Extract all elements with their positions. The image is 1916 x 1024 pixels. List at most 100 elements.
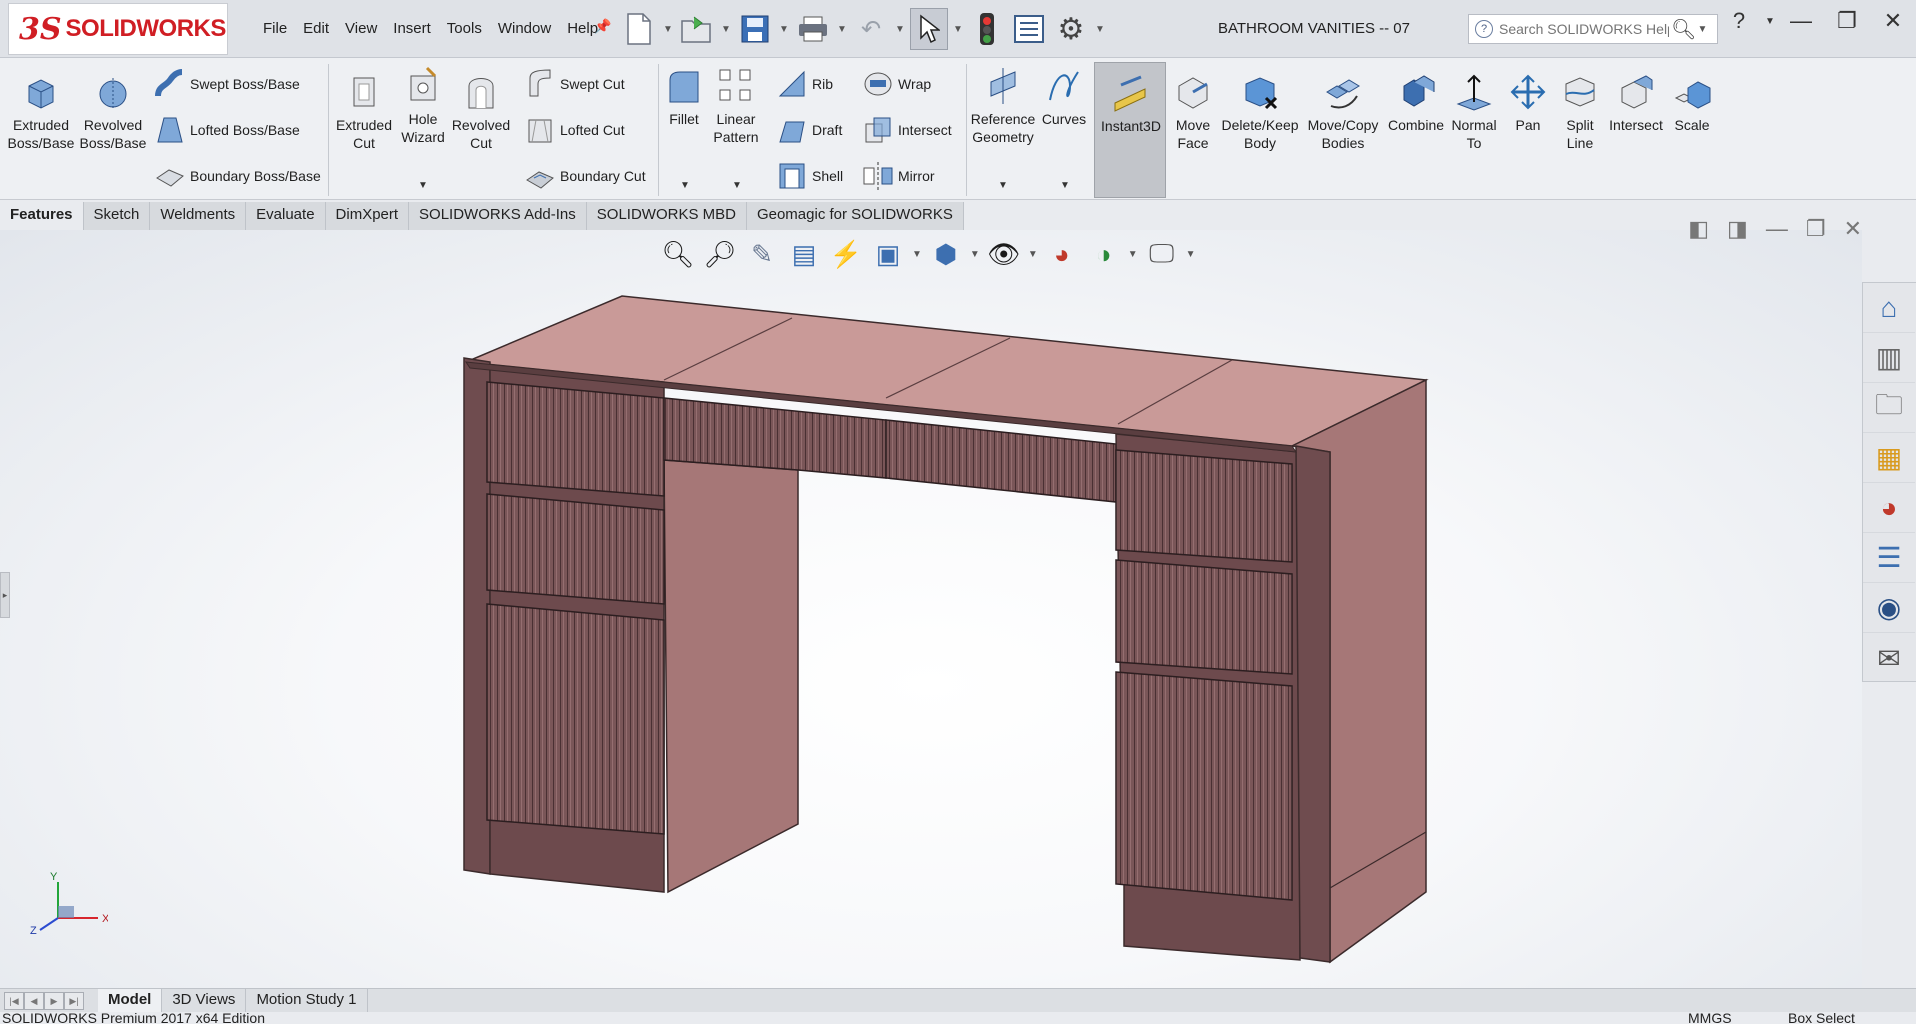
extruded-boss-button[interactable]: Extruded Boss/Base <box>6 72 76 152</box>
file-explorer-icon[interactable]: 🗀︎ <box>1863 383 1915 433</box>
options-gear-icon[interactable]: ⚙ <box>1052 8 1090 50</box>
tab-addins[interactable]: SOLIDWORKS Add-Ins <box>409 202 587 230</box>
undo-icon[interactable]: ↶ <box>852 8 890 50</box>
feature-manager-expand-handle[interactable]: ▸ <box>0 572 10 618</box>
help-dropdown-icon[interactable]: ▼ <box>1762 16 1778 27</box>
prev-tab-icon[interactable]: ◀ <box>24 991 44 1010</box>
help-search-input[interactable] <box>1499 21 1669 37</box>
boundary-cut-button[interactable]: Boundary Cut <box>524 160 646 192</box>
edit-appearance-icon[interactable]: ◕ <box>1044 236 1080 272</box>
dynamic-annotation-icon[interactable]: ⚡ <box>828 236 864 272</box>
tile-left-icon[interactable]: ◧ <box>1688 216 1709 242</box>
next-tab-icon[interactable]: ▶ <box>44 991 64 1010</box>
options-dropdown-icon[interactable]: ▼ <box>1094 24 1106 35</box>
view-settings-icon[interactable]: 🖵︎ <box>1144 236 1180 272</box>
tab-evaluate[interactable]: Evaluate <box>246 202 326 230</box>
search-icon[interactable]: 🔍︎ <box>1671 17 1696 42</box>
mirror-button[interactable]: Mirror <box>862 160 935 192</box>
combine-button[interactable]: Combine <box>1386 72 1446 134</box>
reference-geometry-dropdown-icon[interactable]: ▼ <box>998 180 1008 191</box>
viewport-close-icon[interactable]: ✕ <box>1844 216 1862 242</box>
apply-scene-icon[interactable]: ◑ <box>1086 236 1122 272</box>
curves-button[interactable]: Curves <box>1038 66 1090 128</box>
revolved-boss-button[interactable]: Revolved Boss/Base <box>78 72 148 152</box>
rib-button[interactable]: Rib <box>776 68 833 100</box>
draft-button[interactable]: Draft <box>776 114 842 146</box>
new-dropdown-icon[interactable]: ▼ <box>662 24 674 35</box>
view-palette-icon[interactable]: ▦ <box>1863 433 1915 483</box>
tab-geomagic[interactable]: Geomagic for SOLIDWORKS <box>746 202 964 230</box>
intersect-2-button[interactable]: Intersect <box>1604 72 1668 134</box>
new-document-icon[interactable] <box>620 8 658 50</box>
menu-tools[interactable]: Tools <box>439 18 490 39</box>
menu-window[interactable]: Window <box>490 18 559 39</box>
open-icon[interactable] <box>678 8 716 50</box>
open-dropdown-icon[interactable]: ▼ <box>720 24 732 35</box>
fillet-button[interactable]: Fillet <box>662 66 706 128</box>
first-tab-icon[interactable]: |◀ <box>4 991 24 1010</box>
hide-show-items-icon[interactable]: 👁︎ <box>986 236 1022 272</box>
zoom-to-area-icon[interactable]: 🔎︎ <box>702 236 738 272</box>
display-style-icon[interactable]: ⬢ <box>928 236 964 272</box>
zoom-to-fit-icon[interactable]: 🔍︎ <box>660 236 696 272</box>
design-library-icon[interactable]: ▥ <box>1863 333 1915 383</box>
viewport-minimize-icon[interactable]: — <box>1766 216 1788 242</box>
menu-view[interactable]: View <box>337 18 385 39</box>
delete-keep-body-button[interactable]: Delete/Keep Body <box>1220 72 1300 152</box>
vanity-model[interactable] <box>0 230 1862 988</box>
tab-mbd[interactable]: SOLIDWORKS MBD <box>586 202 747 230</box>
select-pointer-icon[interactable] <box>910 8 948 50</box>
tab-features[interactable]: Features <box>0 202 84 230</box>
display-style-dropdown-icon[interactable]: ▼ <box>970 249 980 260</box>
swept-boss-button[interactable]: Swept Boss/Base <box>154 68 300 100</box>
hide-show-dropdown-icon[interactable]: ▼ <box>1028 249 1038 260</box>
intersect-button[interactable]: Intersect <box>862 114 952 146</box>
wrap-button[interactable]: Wrap <box>862 68 931 100</box>
apply-scene-dropdown-icon[interactable]: ▼ <box>1128 249 1138 260</box>
tile-right-icon[interactable]: ◨ <box>1727 216 1748 242</box>
scale-button[interactable]: Scale <box>1666 72 1718 134</box>
3dexperience-icon[interactable]: ◉ <box>1863 583 1915 633</box>
tab-weldments[interactable]: Weldments <box>150 202 247 230</box>
tab-motion-study[interactable]: Motion Study 1 <box>246 988 368 1013</box>
print-dropdown-icon[interactable]: ▼ <box>836 24 848 35</box>
rebuild-traffic-light-icon[interactable] <box>968 8 1006 50</box>
search-dropdown-icon[interactable]: ▼ <box>1696 24 1708 35</box>
curves-dropdown-icon[interactable]: ▼ <box>1060 180 1070 191</box>
menu-edit[interactable]: Edit <box>295 18 337 39</box>
lofted-cut-button[interactable]: Lofted Cut <box>524 114 625 146</box>
solidworks-resources-icon[interactable]: ⌂ <box>1863 283 1915 333</box>
normal-to-button[interactable]: Normal To <box>1448 72 1500 152</box>
tab-model[interactable]: Model <box>98 988 163 1013</box>
shell-button[interactable]: Shell <box>776 160 843 192</box>
extruded-cut-button[interactable]: Extruded Cut <box>332 72 396 152</box>
section-view-icon[interactable]: ▤ <box>786 236 822 272</box>
undo-dropdown-icon[interactable]: ▼ <box>894 24 906 35</box>
forum-icon[interactable]: ✉ <box>1863 633 1915 683</box>
view-orientation-dropdown-icon[interactable]: ▼ <box>912 249 922 260</box>
tab-dimxpert[interactable]: DimXpert <box>325 202 410 230</box>
minimize-icon[interactable]: — <box>1778 8 1824 34</box>
save-icon[interactable] <box>736 8 774 50</box>
boundary-boss-button[interactable]: Boundary Boss/Base <box>154 160 321 192</box>
print-icon[interactable] <box>794 8 832 50</box>
close-icon[interactable]: ✕ <box>1870 8 1916 34</box>
help-question-icon[interactable]: ? <box>1716 8 1762 34</box>
previous-view-icon[interactable]: ✎ <box>744 236 780 272</box>
pattern-dropdown-icon[interactable]: ▼ <box>732 180 742 191</box>
move-copy-bodies-button[interactable]: Move/Copy Bodies <box>1302 72 1384 152</box>
solidworks-logo[interactable]: 3S SOLIDWORKS <box>8 3 228 55</box>
save-dropdown-icon[interactable]: ▼ <box>778 24 790 35</box>
viewport-restore-icon[interactable]: ❐ <box>1806 216 1826 242</box>
custom-properties-icon[interactable]: ☰ <box>1863 533 1915 583</box>
move-face-button[interactable]: Move Face <box>1168 72 1218 152</box>
select-dropdown-icon[interactable]: ▼ <box>952 24 964 35</box>
menu-insert[interactable]: Insert <box>385 18 439 39</box>
instant3d-button[interactable]: Instant3D <box>1094 62 1166 198</box>
graphics-area[interactable]: Y X Z <box>0 230 1862 988</box>
units-text[interactable]: MMGS <box>1688 1012 1732 1024</box>
swept-cut-button[interactable]: Swept Cut <box>524 68 625 100</box>
last-tab-icon[interactable]: ▶| <box>64 991 84 1010</box>
tab-3d-views[interactable]: 3D Views <box>162 988 247 1013</box>
reference-geometry-button[interactable]: Reference Geometry <box>970 66 1036 146</box>
